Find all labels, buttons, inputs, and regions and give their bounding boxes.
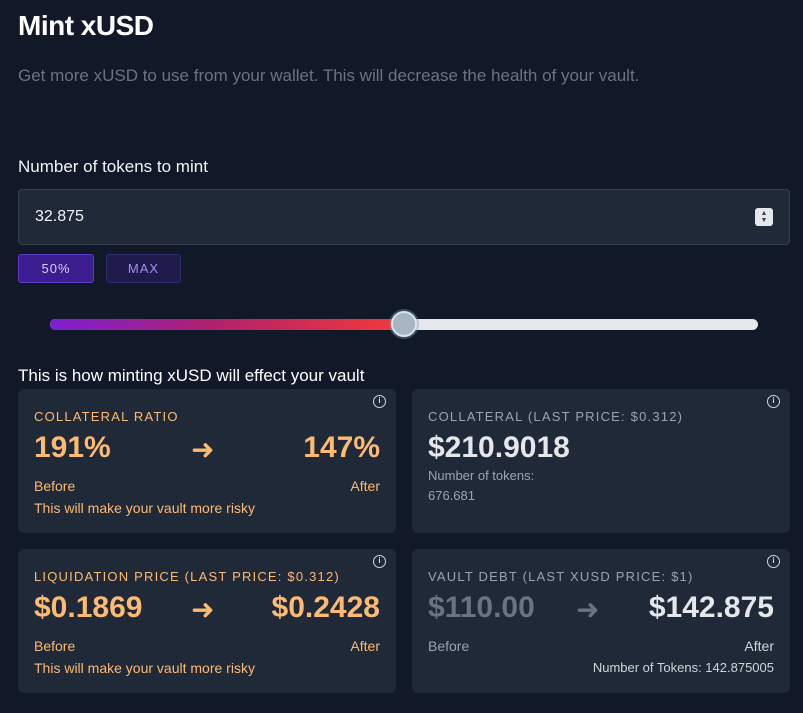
page-title: Mint xUSD <box>18 10 154 41</box>
mint-amount-field[interactable]: ▲▼ <box>18 189 790 245</box>
tokens-value: 676.681 <box>428 488 475 503</box>
effects-label: This is how minting xUSD will effect you… <box>18 366 365 385</box>
ratio-after-value: 147% <box>303 431 380 464</box>
arrow-right-icon: ➜ <box>576 594 600 625</box>
tokens-label: Number of tokens: <box>428 468 535 483</box>
vault-debt-card: i VAULT DEBT (LAST XUSD PRICE: $1) $110.… <box>412 549 790 693</box>
collateral-card: i COLLATERAL (LAST PRICE: $0.312) $210.9… <box>412 389 790 533</box>
card-heading: VAULT DEBT (LAST XUSD PRICE: $1) <box>428 569 694 584</box>
card-heading: LIQUIDATION PRICE (LAST PRICE: $0.312) <box>34 569 340 584</box>
arrow-right-icon: ➜ <box>191 434 215 465</box>
fifty-percent-button[interactable]: 50% <box>18 254 94 283</box>
page-subtitle: Get more xUSD to use from your wallet. T… <box>18 66 640 85</box>
slider-fill <box>50 319 404 330</box>
debt-before-value: $110.00 <box>428 591 535 624</box>
liquidation-price-card: i LIQUIDATION PRICE (LAST PRICE: $0.312)… <box>18 549 396 693</box>
collateral-value: $210.9018 <box>428 431 570 464</box>
amount-slider[interactable] <box>50 311 758 337</box>
risk-note: This will make your vault more risky <box>34 500 255 516</box>
before-label: Before <box>428 638 470 654</box>
arrow-right-icon: ➜ <box>191 594 215 625</box>
mint-amount-label: Number of tokens to mint <box>18 157 208 176</box>
info-icon[interactable]: i <box>373 395 386 408</box>
card-heading: COLLATERAL RATIO <box>34 409 179 424</box>
info-icon[interactable]: i <box>767 395 780 408</box>
mint-amount-input[interactable] <box>35 208 735 226</box>
number-stepper-icon[interactable]: ▲ ▼ <box>755 208 773 226</box>
card-heading: COLLATERAL (LAST PRICE: $0.312) <box>428 409 684 424</box>
collateral-ratio-card: i COLLATERAL RATIO 191% ➜ 147% Before Af… <box>18 389 396 533</box>
debt-after-value: $142.875 <box>648 591 774 624</box>
liquidation-after-value: $0.2428 <box>271 591 380 624</box>
liquidation-before-value: $0.1869 <box>34 591 143 624</box>
info-icon[interactable]: i <box>767 555 780 568</box>
debt-tokens-note: Number of Tokens: 142.875005 <box>592 660 774 675</box>
ratio-before-value: 191% <box>34 431 111 464</box>
after-label: After <box>744 638 774 654</box>
after-label: After <box>350 478 380 494</box>
after-label: After <box>350 638 380 654</box>
risk-note: This will make your vault more risky <box>34 660 255 676</box>
before-label: Before <box>34 478 76 494</box>
max-button[interactable]: MAX <box>106 254 181 283</box>
info-icon[interactable]: i <box>373 555 386 568</box>
before-label: Before <box>34 638 76 654</box>
slider-thumb[interactable] <box>391 311 417 337</box>
